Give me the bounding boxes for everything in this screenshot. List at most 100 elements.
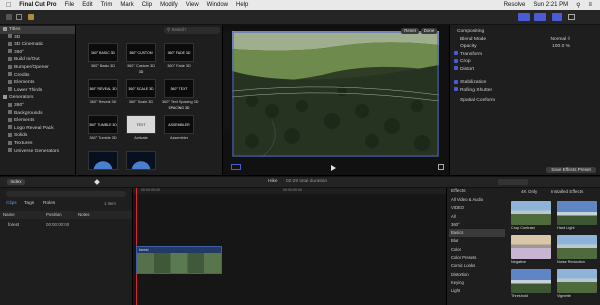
sidebar-item[interactable]: Backgrounds [0, 110, 75, 118]
generator-thumbnail[interactable] [126, 151, 156, 170]
sidebar-item[interactable]: Bumper/Opener [0, 64, 75, 72]
sidebar-item[interactable]: Elements [0, 79, 75, 87]
keyword-icon[interactable] [16, 14, 22, 20]
search-icon[interactable]: ⚲ [576, 2, 580, 9]
4k-only-toggle[interactable]: 4K Only [521, 189, 537, 194]
sidebar-item[interactable]: 360° [0, 102, 75, 110]
select-tool-icon[interactable] [94, 179, 100, 185]
sidebar-item[interactable]: Elements [0, 117, 75, 125]
title-thumbnail[interactable]: 360° FADE 3D [164, 43, 194, 62]
effect-thumbnail[interactable] [557, 269, 597, 293]
menu-list-icon[interactable]: ≡ [588, 2, 592, 8]
sidebar-item[interactable]: 3D [0, 34, 75, 42]
sidebar-item[interactable]: 360° [0, 49, 75, 57]
checkbox-icon[interactable] [454, 58, 458, 63]
effects-category[interactable]: Light [449, 287, 505, 295]
checkbox-icon[interactable] [454, 51, 458, 56]
timeline-ruler[interactable]: 00:00:00:00 00:00:05:00 [133, 188, 446, 194]
checkbox-icon[interactable] [454, 79, 458, 84]
import-icon[interactable] [6, 14, 12, 20]
checkbox-icon[interactable] [454, 87, 458, 92]
timeline-clip[interactable]: forest [136, 246, 222, 274]
inspector-row-value[interactable]: 100.0 % [552, 43, 570, 51]
title-thumbnail[interactable]: 360° BASIC 3D [88, 43, 118, 62]
menu-file[interactable]: File [65, 2, 75, 8]
title-thumbnail[interactable]: TEXT [126, 115, 156, 134]
title-thumbnail[interactable]: 360° CUSTOM 3D [126, 43, 156, 74]
menu-clip[interactable]: Clip [142, 2, 152, 8]
done-button[interactable]: Done [421, 28, 437, 34]
menu-edit[interactable]: Edit [82, 2, 92, 8]
sidebar-item[interactable]: Credits [0, 72, 75, 80]
menu-trim[interactable]: Trim [101, 2, 113, 8]
clip-appearance-controls[interactable] [498, 179, 528, 185]
menu-window[interactable]: Window [207, 2, 228, 8]
menu-mark[interactable]: Mark [120, 2, 133, 8]
effect-thumbnail[interactable] [511, 201, 551, 225]
transform-tool-icon[interactable] [231, 164, 241, 170]
title-thumbnail[interactable]: 360° TEXT SPACING 3D [164, 79, 194, 110]
inspector-row[interactable]: Opacity 100.0 % [450, 43, 600, 51]
sidebar-item[interactable]: Solids [0, 132, 75, 140]
effects-category[interactable]: Keying [449, 279, 505, 287]
effect-thumbnail[interactable] [557, 201, 597, 225]
installed-effects-menu[interactable]: Installed Effects [551, 189, 583, 194]
effect-thumbnail[interactable] [557, 235, 597, 259]
save-effects-preset-button[interactable]: Save Effects Preset [546, 167, 596, 173]
sidebar-group[interactable]: Generators [0, 94, 75, 102]
inspector-row[interactable]: Spatial Conform [450, 97, 600, 105]
tab-clips[interactable]: Clips [6, 201, 17, 206]
sidebar-item[interactable]: Textures [0, 140, 75, 148]
generator-thumbnail[interactable] [88, 151, 118, 170]
title-thumbnail[interactable]: 360° TUMBLE 3D [88, 115, 118, 134]
sidebar-group[interactable]: Titles [0, 26, 75, 34]
tab-roles[interactable]: Roles [43, 201, 55, 206]
video-frame[interactable] [232, 31, 439, 157]
fullscreen-icon[interactable] [438, 164, 444, 170]
sidebar-item[interactable]: Logo Reveal Pack [0, 125, 75, 133]
effect-thumbnail[interactable] [511, 235, 551, 259]
timeline[interactable]: 00:00:00:00 00:00:05:00 forest [133, 188, 446, 305]
effects-category[interactable]: Comic Looks [449, 262, 505, 270]
inspector-row[interactable]: Blend Mode Normal ◊ [450, 36, 600, 44]
checkbox-icon[interactable] [454, 66, 458, 71]
effects-category[interactable]: Color [449, 246, 505, 254]
inspector-row[interactable]: Rolling Shutter [450, 87, 600, 95]
timeline-toggle-icon[interactable] [534, 13, 546, 21]
browser-toggle-icon[interactable] [518, 13, 530, 21]
reset-button[interactable]: Reset [401, 28, 419, 34]
menu-view[interactable]: View [186, 2, 199, 8]
inspector-row[interactable]: Transform [450, 51, 600, 59]
sidebar-item[interactable]: Lower Thirds [0, 87, 75, 95]
inspector-row[interactable]: Crop [450, 58, 600, 66]
effects-category[interactable]: Distortion [449, 271, 505, 279]
inspector-row[interactable]: Distort [450, 66, 600, 74]
index-search-field[interactable] [6, 191, 126, 197]
title-thumbnail[interactable]: 360° REVEAL 3D [88, 79, 118, 98]
inspector-row-value[interactable]: Normal ◊ [550, 36, 570, 44]
effects-category[interactable]: VIDEO [449, 204, 505, 212]
effects-category[interactable]: Color Presets [449, 254, 505, 262]
index-row[interactable]: forest 00:00:00:00 [0, 222, 132, 229]
background-tasks-icon[interactable] [28, 14, 34, 20]
resolve-menu[interactable]: Resolve [504, 2, 526, 8]
tab-tags[interactable]: Tags [24, 201, 34, 206]
effects-category[interactable]: 360° [449, 221, 505, 229]
menu-help[interactable]: Help [236, 2, 248, 8]
effect-thumbnail[interactable] [511, 269, 551, 293]
apple-icon[interactable]:  [6, 2, 11, 9]
sidebar-item[interactable]: Universe Generators [0, 148, 75, 156]
effects-category[interactable]: All Video & Audio [449, 196, 505, 204]
play-icon[interactable] [331, 165, 336, 171]
share-icon[interactable] [568, 14, 575, 20]
sidebar-item[interactable]: Build In/Out [0, 56, 75, 64]
search-field[interactable]: ⚲ Search [164, 27, 220, 34]
effects-category[interactable]: Blur [449, 237, 505, 245]
index-button[interactable]: Index [7, 179, 25, 185]
effects-category[interactable]: All [449, 213, 505, 221]
inspector-row[interactable]: Stabilization [450, 79, 600, 87]
sidebar-item[interactable]: 3D Cinematic [0, 41, 75, 49]
effects-category[interactable]: Basics [449, 229, 505, 238]
title-thumbnail[interactable]: 360° SCALE 3D [126, 79, 156, 98]
menu-modify[interactable]: Modify [160, 2, 178, 8]
